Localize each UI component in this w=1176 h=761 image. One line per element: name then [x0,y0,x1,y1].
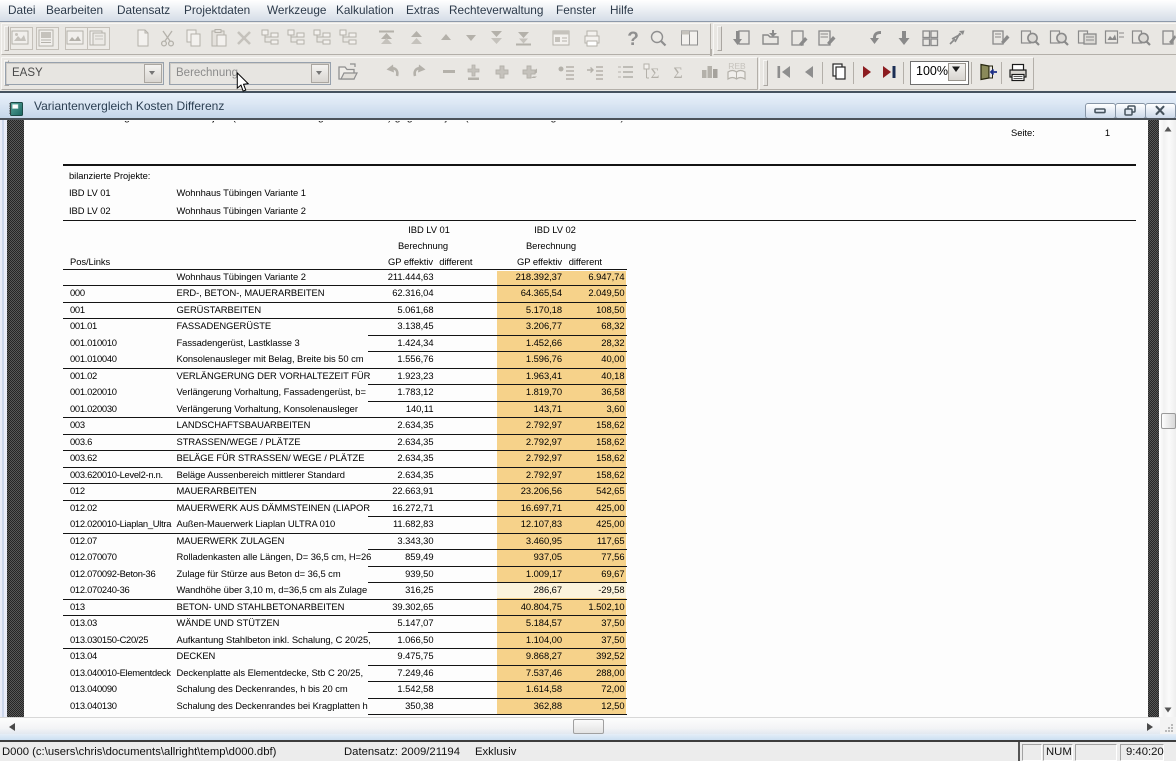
svg-text:Σ: Σ [673,65,682,82]
svg-text:REB: REB [728,61,746,71]
svg-text:Σ: Σ [651,66,660,82]
svg-text:?: ? [627,29,639,50]
